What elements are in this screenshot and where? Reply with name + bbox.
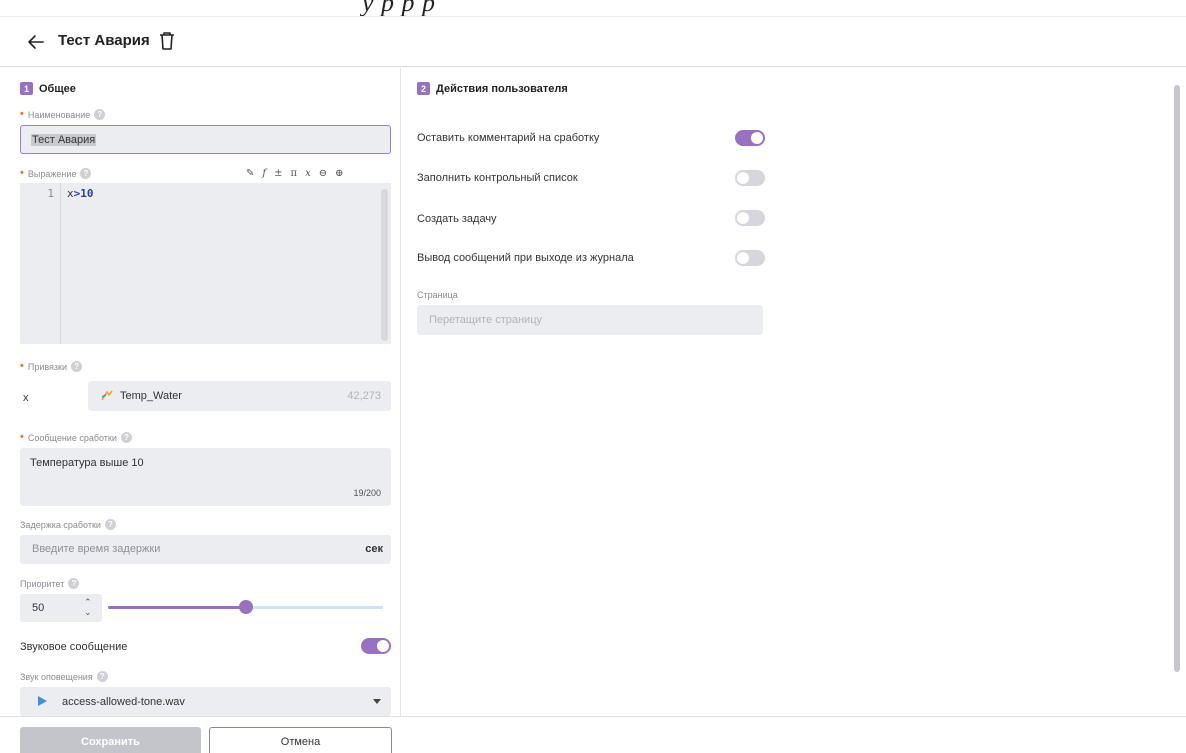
char-counter: 19/200 — [353, 488, 381, 498]
action-checklist-label: Заполнить контрольный список — [417, 172, 578, 184]
expression-editor[interactable]: 1 x>10 — [20, 183, 391, 344]
actions-section-title: 2 Действия пользователя — [417, 82, 568, 95]
action-journal-toggle[interactable] — [735, 250, 765, 266]
expression-toolbar: ✎ f ± π x ⊖ ⊕ — [246, 168, 343, 179]
priority-stepper[interactable]: ⌃ ⌄ — [84, 597, 92, 617]
message-label: • Сообщение сработки? — [20, 432, 132, 443]
binding-tag-field[interactable]: Temp_Water 42,273 — [88, 381, 391, 411]
page-title: Тест Авария — [58, 32, 150, 49]
page-drop-field[interactable]: Перетащите страницу — [417, 305, 763, 335]
zoom-out-icon[interactable]: ⊖ — [319, 168, 327, 179]
name-input[interactable]: Тест Авария — [20, 125, 391, 154]
footer: Сохранить Отмена — [0, 716, 1186, 753]
help-icon[interactable]: ? — [71, 361, 83, 372]
expression-code: x>10 — [67, 187, 94, 200]
help-icon[interactable]: ? — [68, 578, 80, 589]
arrow-left-icon[interactable] — [26, 32, 46, 52]
message-textarea[interactable]: Температура выше 10 19/200 — [20, 448, 391, 506]
trash-icon[interactable] — [156, 30, 178, 52]
page-header: Тест Авария — [0, 16, 1186, 67]
sound-select[interactable]: access-allowed-tone.wav — [20, 687, 391, 716]
slider-thumb[interactable] — [238, 600, 253, 614]
priority-input[interactable]: 50 ⌃ ⌄ — [20, 594, 102, 622]
help-icon[interactable]: ? — [96, 671, 108, 682]
variable-icon[interactable]: x — [305, 168, 311, 179]
action-comment-toggle[interactable] — [735, 130, 765, 146]
help-icon[interactable]: ? — [104, 519, 116, 530]
expression-label: • Выражение? — [20, 168, 92, 179]
action-comment-label: Оставить комментарий на сработку — [417, 132, 600, 144]
action-task-toggle[interactable] — [735, 210, 765, 226]
pi-icon[interactable]: π — [290, 168, 297, 179]
editor-scrollbar[interactable] — [381, 189, 388, 341]
page-scrollbar[interactable] — [1174, 85, 1180, 672]
action-task-label: Создать задачу — [417, 213, 497, 225]
sound-message-label: Звуковое сообщение — [20, 641, 128, 653]
chevron-down-icon[interactable] — [373, 699, 381, 704]
general-section-title: 1 Общее — [20, 82, 76, 95]
delay-label: Задержка сработки? — [20, 519, 116, 530]
actions-panel: 2 Действия пользователя Оставить коммент… — [400, 68, 1170, 716]
priority-label: Приоритет? — [20, 578, 80, 589]
general-panel: 1 Общее • Наименование? Тест Авария • Выра… — [8, 68, 400, 716]
line-gutter: 1 — [20, 183, 61, 344]
help-icon[interactable]: ? — [80, 168, 92, 179]
binding-variable: x — [23, 392, 29, 404]
priority-slider[interactable] — [108, 600, 383, 614]
sound-label: Звук оповещения? — [20, 671, 108, 682]
top-cropped-text: у р р р — [362, 0, 436, 16]
help-icon[interactable]: ? — [120, 432, 132, 443]
magic-wand-icon[interactable]: ✎ — [246, 168, 254, 179]
action-checklist-toggle[interactable] — [735, 170, 765, 186]
bindings-label: • Привязки? — [20, 361, 83, 372]
help-icon[interactable]: ? — [94, 109, 106, 120]
sound-message-toggle[interactable] — [361, 638, 391, 654]
tag-icon — [101, 390, 113, 401]
page-label: Страница — [417, 290, 458, 300]
delay-input[interactable]: Введите время задержки сек — [20, 535, 391, 564]
slider-fill — [108, 606, 246, 609]
zoom-in-icon[interactable]: ⊕ — [335, 168, 343, 179]
save-button[interactable]: Сохранить — [20, 727, 201, 753]
cancel-button[interactable]: Отмена — [209, 727, 392, 753]
plus-minus-icon[interactable]: ± — [274, 168, 282, 179]
function-icon[interactable]: f — [262, 168, 266, 179]
play-icon[interactable] — [38, 696, 47, 706]
action-journal-label: Вывод сообщений при выходе из журнала — [417, 252, 634, 264]
name-label: • Наименование? — [20, 109, 106, 120]
